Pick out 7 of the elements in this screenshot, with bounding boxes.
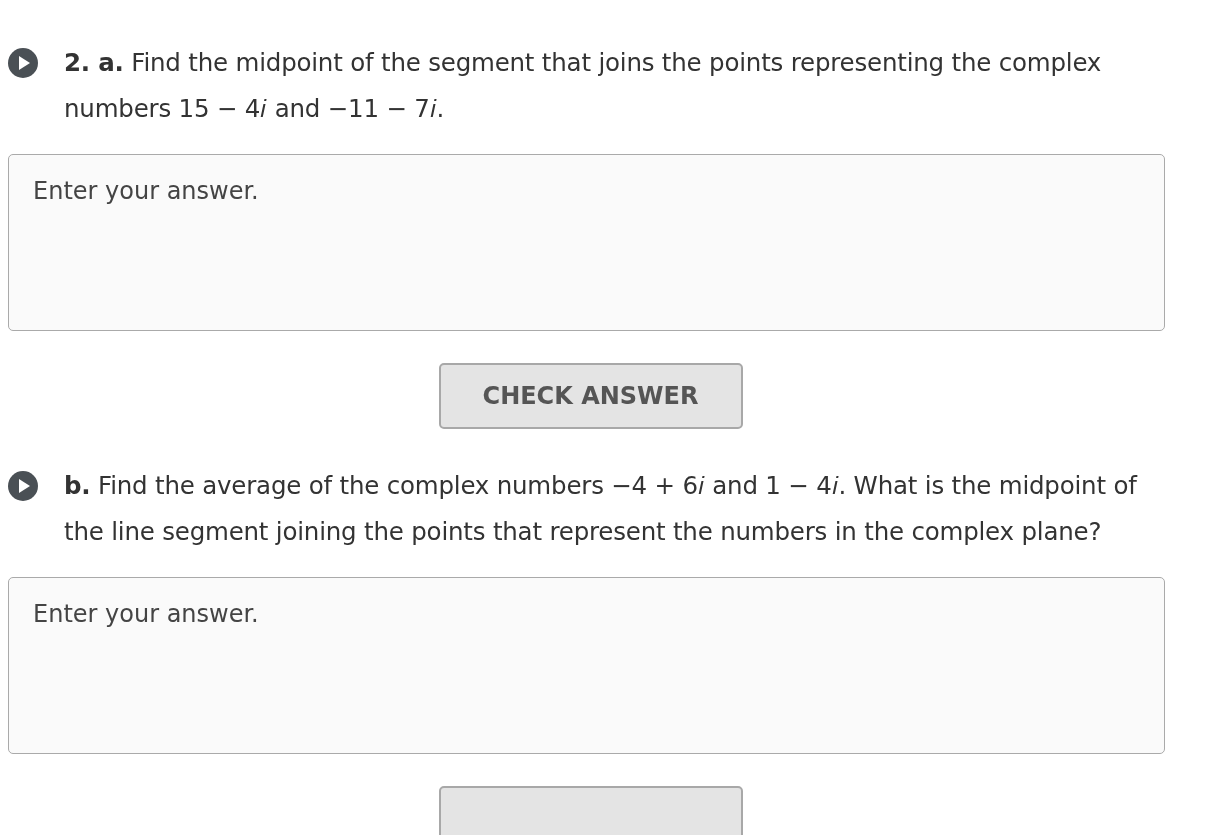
question-text: b. Find the average of the complex numbers −4 + 6𝑖 and 1 − 4𝑖. What is the midpoint of the line segment joining the points that represent the numbers in the complex plane? (64, 470, 1139, 548)
question-text: 2. a. Find the midpoint of the segment that joins the points representing the complex numbers 15 − 4𝑖 and −11 − 7𝑖. (64, 47, 1103, 125)
answer-box[interactable]: Enter your answer. (8, 154, 1165, 331)
play-icon[interactable] (8, 48, 38, 78)
play-icon[interactable] (8, 471, 38, 501)
answer-box[interactable]: Enter your answer. (8, 577, 1165, 754)
check-answer-button[interactable]: CHECK ANSWER (438, 363, 743, 429)
